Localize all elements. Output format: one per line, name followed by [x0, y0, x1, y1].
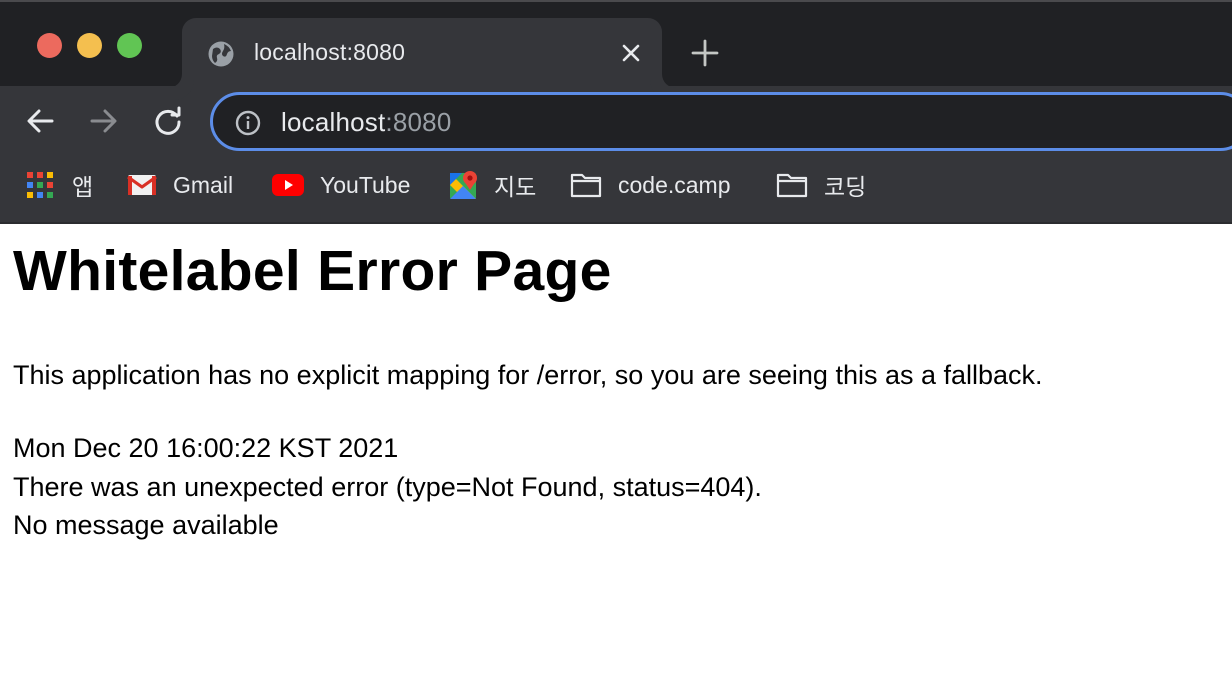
window-close-button[interactable]: [37, 33, 62, 58]
window-minimize-button[interactable]: [77, 33, 102, 58]
globe-icon: [208, 41, 234, 67]
reload-icon[interactable]: [152, 105, 184, 137]
error-type-status: There was an unexpected error (type=Not …: [13, 471, 762, 502]
youtube-icon: [272, 174, 304, 196]
bookmark-label: 지도: [494, 174, 537, 200]
window-maximize-button[interactable]: [117, 33, 142, 58]
error-details: Mon Dec 20 16:00:22 KST 2021 There was a…: [13, 429, 762, 545]
folder-icon: [776, 173, 808, 198]
toolbar: localhost:8080: [0, 86, 1232, 156]
page-content: Whitelabel Error Page This application h…: [0, 224, 1232, 682]
bookmark-label: 앱: [72, 174, 94, 200]
url-port: :8080: [385, 107, 452, 137]
back-arrow-icon[interactable]: [24, 105, 56, 137]
gmail-icon: [127, 175, 157, 195]
bookmark-label: 코딩: [824, 174, 867, 200]
bookmark-label: YouTube: [320, 171, 411, 198]
bookmark-folder-code-camp[interactable]: code.camp: [570, 168, 731, 202]
bookmark-maps[interactable]: 지도: [450, 168, 536, 202]
bookmark-label: code.camp: [618, 171, 731, 198]
maps-icon: [450, 171, 477, 199]
address-bar[interactable]: localhost:8080: [210, 92, 1232, 151]
folder-icon: [570, 173, 602, 198]
bookmark-apps[interactable]: 앱: [26, 168, 93, 202]
error-timestamp: Mon Dec 20 16:00:22 KST 2021: [13, 433, 399, 463]
browser-chrome: localhost:8080 localhost:8080 앱 Gmail Yo…: [0, 0, 1232, 224]
forward-arrow-icon[interactable]: [88, 105, 120, 137]
url-host: localhost: [281, 107, 386, 137]
tab-strip: localhost:8080: [0, 0, 1232, 88]
address-bar-url: localhost:8080: [281, 107, 452, 138]
info-icon[interactable]: [235, 110, 261, 136]
error-message: No message available: [13, 510, 279, 540]
tab-localhost[interactable]: localhost:8080: [182, 18, 662, 88]
apps-grid-icon: [27, 172, 53, 198]
new-tab-icon[interactable]: [690, 38, 720, 68]
bookmark-folder-coding[interactable]: 코딩: [776, 168, 866, 202]
page-title: Whitelabel Error Page: [13, 239, 612, 303]
bookmark-youtube[interactable]: YouTube: [272, 168, 410, 202]
error-description: This application has no explicit mapping…: [13, 360, 1043, 390]
bookmark-gmail[interactable]: Gmail: [127, 168, 233, 202]
tab-title: localhost:8080: [254, 39, 406, 65]
bookmark-label: Gmail: [173, 171, 234, 198]
close-tab-icon[interactable]: [618, 40, 644, 66]
bookmarks-bar: 앱 Gmail YouTube 지도 code.camp 코딩: [0, 160, 1232, 212]
